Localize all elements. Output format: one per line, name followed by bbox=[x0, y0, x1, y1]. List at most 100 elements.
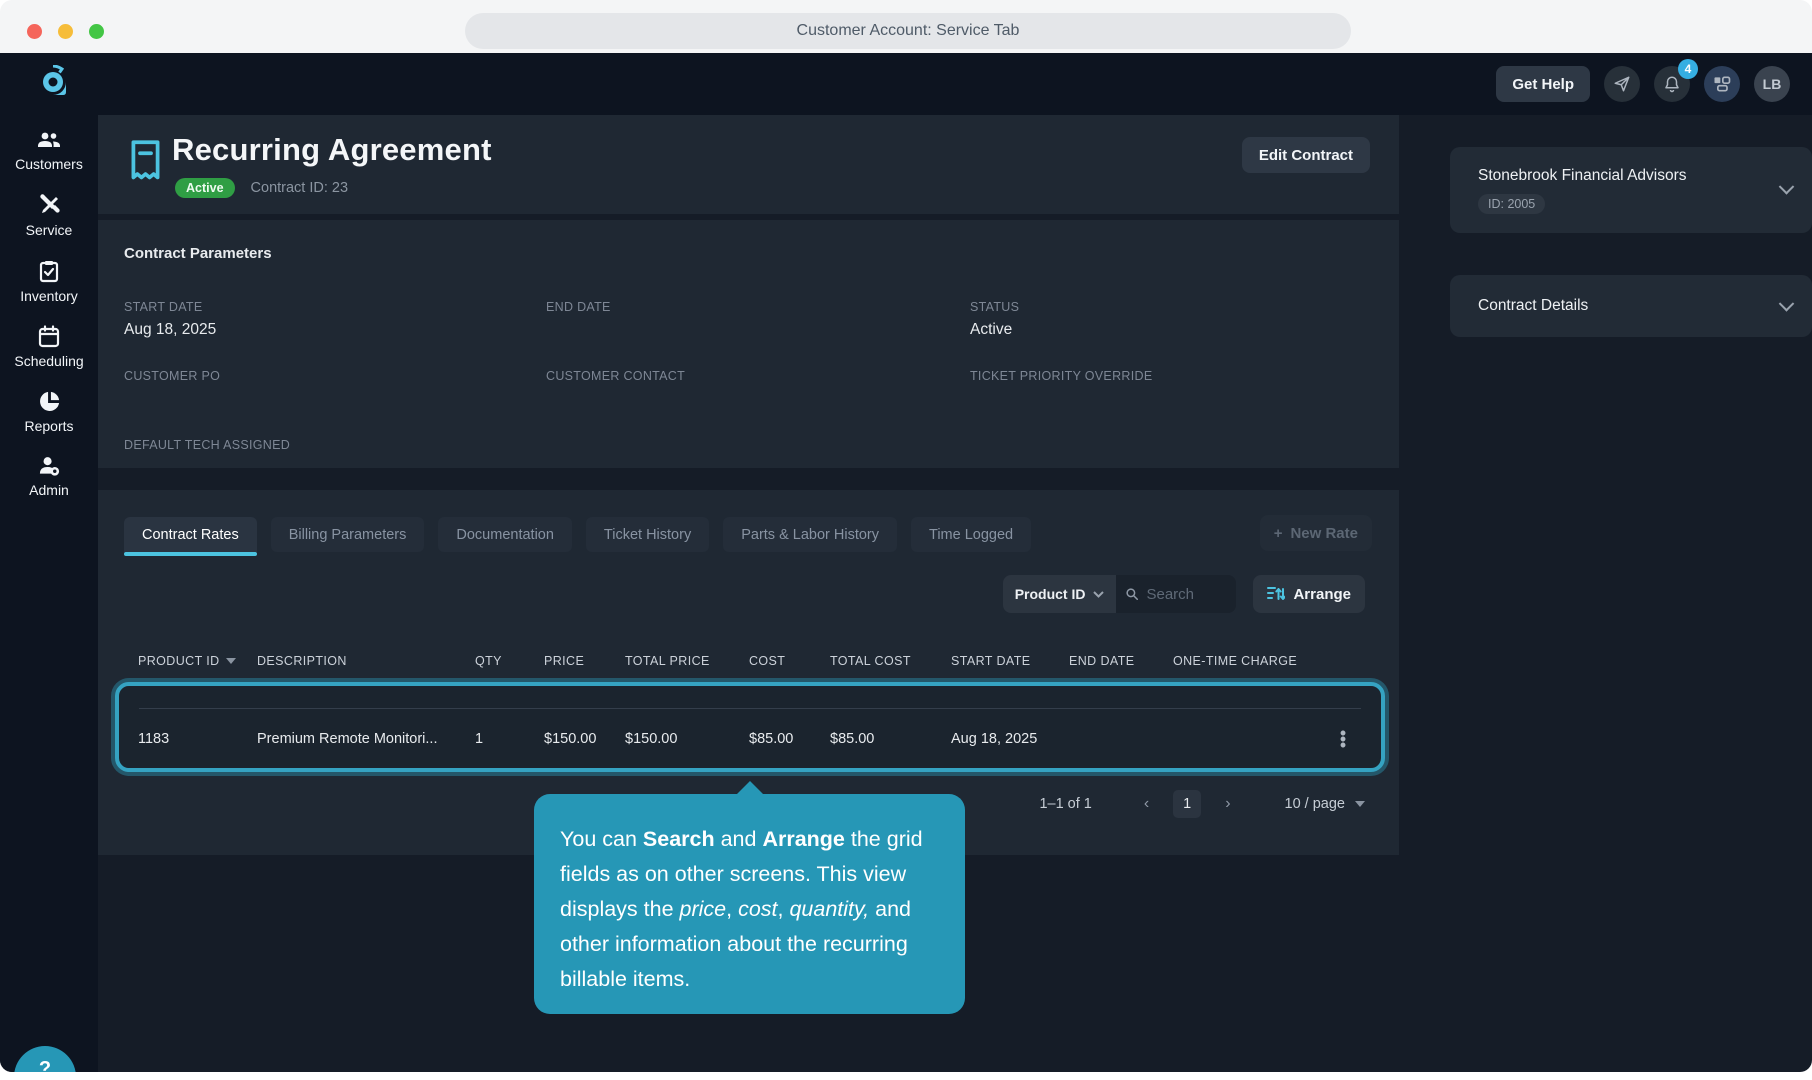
contract-parameters-section: Contract Parameters START DATE Aug 18, 2… bbox=[98, 220, 1399, 468]
get-help-button[interactable]: Get Help bbox=[1496, 66, 1590, 102]
contract-id-label: Contract ID: 23 bbox=[251, 180, 349, 196]
cell-description: Premium Remote Monitori... bbox=[257, 731, 475, 747]
arrange-button[interactable]: Arrange bbox=[1253, 575, 1365, 613]
send-feedback-button[interactable] bbox=[1604, 66, 1640, 102]
paper-plane-icon bbox=[1613, 75, 1631, 93]
column-header-start-date[interactable]: START DATE bbox=[951, 654, 1069, 668]
app-topbar: Get Help 4 bbox=[0, 53, 1812, 115]
field-ticket-priority-override: TICKET PRIORITY OVERRIDE bbox=[970, 369, 1400, 410]
tab-time-logged[interactable]: Time Logged bbox=[911, 517, 1031, 552]
clipboard-icon bbox=[38, 259, 60, 283]
field-start-date: START DATE Aug 18, 2025 bbox=[124, 300, 546, 341]
window-controls[interactable] bbox=[27, 24, 104, 39]
zoom-window-button[interactable] bbox=[89, 24, 104, 39]
field-customer-po: CUSTOMER PO bbox=[124, 369, 546, 410]
tools-icon bbox=[37, 193, 61, 217]
column-header-description[interactable]: DESCRIPTION bbox=[257, 654, 475, 668]
tab-contract-rates[interactable]: Contract Rates bbox=[124, 517, 257, 552]
contract-details-title: Contract Details bbox=[1478, 297, 1588, 315]
column-header-total-price[interactable]: TOTAL PRICE bbox=[625, 654, 749, 668]
page-header: Recurring Agreement Active Contract ID: … bbox=[98, 115, 1399, 214]
sidebar-item-customers[interactable]: Customers bbox=[0, 129, 98, 172]
page-size-select[interactable]: 10 / page bbox=[1285, 796, 1365, 812]
column-header-total-cost[interactable]: TOTAL COST bbox=[830, 654, 951, 668]
sidebar-item-service[interactable]: Service bbox=[0, 193, 98, 238]
column-header-end-date[interactable]: END DATE bbox=[1069, 654, 1173, 668]
cell-start-date: Aug 18, 2025 bbox=[951, 731, 1069, 747]
pagination: 1–1 of 1 ‹ 1 › 10 / page bbox=[1039, 790, 1365, 818]
left-sidebar: Customers Service Inventory bbox=[0, 115, 98, 1072]
apps-grid-icon bbox=[1712, 74, 1732, 94]
tab-billing-parameters[interactable]: Billing Parameters bbox=[271, 517, 425, 552]
chevron-down-icon bbox=[1093, 591, 1104, 598]
contract-details-card[interactable]: Contract Details bbox=[1450, 275, 1812, 337]
field-default-tech-assigned: DEFAULT TECH ASSIGNED bbox=[124, 438, 546, 479]
app-window: Customer Account: Service Tab Get Help bbox=[0, 0, 1812, 1080]
app-root: Get Help 4 bbox=[0, 53, 1812, 1072]
right-rail: Stonebrook Financial Advisors ID: 2005 C… bbox=[1424, 115, 1812, 337]
customer-card[interactable]: Stonebrook Financial Advisors ID: 2005 bbox=[1450, 147, 1812, 233]
column-header-product-id[interactable]: PRODUCT ID bbox=[138, 654, 257, 668]
admin-gear-icon bbox=[38, 455, 61, 477]
column-header-price[interactable]: PRICE bbox=[544, 654, 625, 668]
titlebar: Customer Account: Service Tab bbox=[0, 0, 1812, 53]
close-window-button[interactable] bbox=[27, 24, 42, 39]
tab-documentation[interactable]: Documentation bbox=[438, 517, 572, 552]
page-title: Recurring Agreement bbox=[172, 132, 492, 168]
field-customer-contact: CUSTOMER CONTACT bbox=[546, 369, 970, 410]
customer-id-badge: ID: 2005 bbox=[1478, 194, 1545, 214]
notification-count-badge: 4 bbox=[1678, 59, 1698, 79]
current-page-button[interactable]: 1 bbox=[1173, 790, 1201, 818]
app-switcher-button[interactable] bbox=[1704, 66, 1740, 102]
chevron-down-icon[interactable] bbox=[1779, 296, 1795, 312]
edit-contract-button[interactable]: Edit Contract bbox=[1242, 137, 1370, 173]
sidebar-item-inventory[interactable]: Inventory bbox=[0, 259, 98, 304]
column-header-qty[interactable]: QTY bbox=[475, 654, 544, 668]
new-rate-button[interactable]: + New Rate bbox=[1260, 515, 1372, 551]
sidebar-item-admin[interactable]: Admin bbox=[0, 455, 98, 498]
tab-parts-labor-history[interactable]: Parts & Labor History bbox=[723, 517, 897, 552]
cell-cost: $85.00 bbox=[749, 731, 830, 747]
tooltip-arrow-icon bbox=[736, 781, 764, 795]
user-avatar[interactable]: LB bbox=[1754, 66, 1790, 102]
cell-total-price: $150.00 bbox=[625, 731, 749, 747]
cell-total-cost: $85.00 bbox=[830, 731, 951, 747]
search-icon bbox=[1126, 586, 1138, 602]
field-end-date: END DATE bbox=[546, 300, 970, 341]
highlighted-grid-area: 1183 Premium Remote Monitori... 1 $150.0… bbox=[115, 682, 1385, 772]
table-row[interactable]: 1183 Premium Remote Monitori... 1 $150.0… bbox=[119, 709, 1381, 768]
prev-page-button[interactable]: ‹ bbox=[1134, 795, 1159, 813]
sidebar-item-scheduling[interactable]: Scheduling bbox=[0, 325, 98, 369]
table-header-row: PRODUCT ID DESCRIPTION QTY PRICE TOTAL P… bbox=[115, 648, 1385, 674]
app-logo-icon[interactable] bbox=[36, 65, 70, 99]
bell-icon bbox=[1663, 75, 1681, 93]
tab-bar: Contract Rates Billing Parameters Docume… bbox=[124, 517, 1031, 552]
chevron-down-icon bbox=[1355, 801, 1365, 807]
filter-field-select[interactable]: Product ID bbox=[1003, 575, 1117, 613]
arrange-sort-icon bbox=[1267, 586, 1285, 602]
status-badge: Active bbox=[175, 178, 235, 198]
plus-icon: + bbox=[1274, 525, 1283, 542]
pagination-range: 1–1 of 1 bbox=[1039, 796, 1091, 812]
cell-product-id: 1183 bbox=[138, 731, 257, 747]
search-input[interactable] bbox=[1146, 586, 1226, 603]
next-page-button[interactable]: › bbox=[1215, 795, 1240, 813]
customer-name: Stonebrook Financial Advisors bbox=[1478, 167, 1790, 185]
column-header-cost[interactable]: COST bbox=[749, 654, 830, 668]
tooltip-text: You can Search and Arrange the grid fiel… bbox=[560, 822, 939, 997]
guidance-tooltip: You can Search and Arrange the grid fiel… bbox=[534, 794, 965, 1014]
calendar-icon bbox=[38, 325, 60, 348]
row-actions-kebab-icon[interactable]: ••• bbox=[1335, 730, 1351, 748]
agreement-receipt-icon bbox=[129, 140, 162, 184]
sidebar-item-reports[interactable]: Reports bbox=[0, 390, 98, 434]
field-status: STATUS Active bbox=[970, 300, 1400, 341]
minimize-window-button[interactable] bbox=[58, 24, 73, 39]
sort-caret-icon bbox=[226, 658, 236, 664]
column-header-one-time-charge[interactable]: ONE-TIME CHARGE bbox=[1173, 654, 1330, 668]
search-box[interactable] bbox=[1116, 575, 1236, 613]
notifications-button[interactable]: 4 bbox=[1654, 66, 1690, 102]
window-title: Customer Account: Service Tab bbox=[465, 13, 1351, 49]
people-icon bbox=[36, 129, 62, 151]
cell-price: $150.00 bbox=[544, 731, 625, 747]
tab-ticket-history[interactable]: Ticket History bbox=[586, 517, 709, 552]
